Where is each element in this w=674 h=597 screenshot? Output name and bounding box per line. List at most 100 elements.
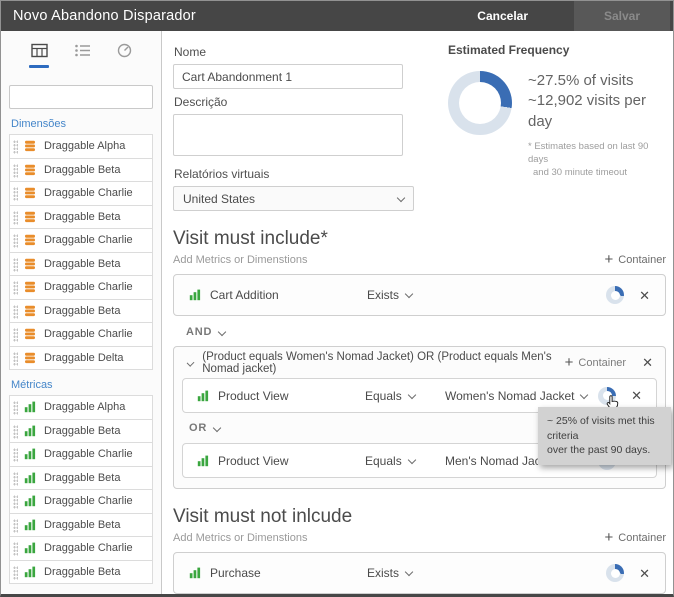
list-item[interactable]: Draggable Alpha [9, 134, 153, 159]
operator-dropdown[interactable]: Exists [367, 566, 414, 580]
dimensions-list: Draggable Alpha Draggable Beta Draggable C… [9, 134, 153, 370]
chevron-down-icon [396, 193, 406, 202]
close-icon[interactable]: ✕ [639, 289, 650, 302]
search-input[interactable] [21, 91, 161, 103]
list-item[interactable]: Draggable Charlie [9, 536, 153, 561]
drag-handle-icon[interactable] [13, 234, 18, 248]
list-item[interactable]: Draggable Charlie [9, 228, 153, 253]
list-item[interactable]: Draggable Charlie [9, 489, 153, 514]
drag-handle-icon[interactable] [13, 565, 18, 580]
add-container-button[interactable]: + Container [605, 530, 666, 545]
drag-handle-icon[interactable] [13, 281, 18, 295]
dimensions-label: Dimensões [11, 118, 67, 130]
container-summary: (Product equals Women's Nomad Jacket) OR… [202, 350, 552, 375]
save-button[interactable]: Salvar [574, 1, 670, 31]
list-item[interactable]: Draggable Charlie [9, 442, 153, 467]
list-item[interactable]: Draggable Delta [9, 345, 153, 370]
drag-handle-icon[interactable] [13, 257, 18, 272]
name-input[interactable] [173, 64, 403, 89]
list-item-label: Draggable Delta [44, 351, 124, 364]
criteria-donut[interactable] [606, 286, 625, 304]
tab-components-list[interactable] [74, 43, 91, 58]
percent-of-visits: ~27.5% of visits [528, 72, 634, 89]
list-item-label: Draggable Charlie [44, 234, 133, 247]
tab-freeform-table[interactable] [29, 43, 50, 68]
estimated-frequency-donut [448, 71, 512, 135]
list-item-label: Draggable Beta [44, 565, 121, 578]
header-bar: Novo Abandono Disparador Cancelar Salvar [1, 1, 673, 31]
list-item[interactable]: Draggable Beta [9, 559, 153, 584]
drag-handle-icon[interactable] [13, 351, 18, 366]
add-container-button[interactable]: + Container [565, 355, 626, 370]
search-box[interactable] [9, 85, 161, 109]
dimension-icon [24, 211, 36, 223]
exclude-section: Visit must not inlcude Add Metrics or Di… [173, 506, 666, 594]
active-tab-underline [29, 65, 50, 68]
drag-handle-icon[interactable] [13, 328, 18, 342]
chevron-down-icon [404, 567, 414, 577]
list-item[interactable]: Draggable Charlie [9, 322, 153, 347]
list-item[interactable]: Draggable Beta [9, 204, 153, 229]
list-item[interactable]: Draggable Beta [9, 512, 153, 537]
list-item-label: Draggable Alpha [44, 140, 126, 153]
list-item[interactable]: Draggable Beta [9, 298, 153, 323]
metric-icon [24, 401, 36, 413]
list-item[interactable]: Draggable Alpha [9, 395, 153, 420]
operator-dropdown[interactable]: Exists [367, 288, 414, 302]
rule-metric: Product View [197, 454, 365, 468]
dimension-icon [24, 281, 36, 293]
drag-handle-icon[interactable] [13, 140, 18, 154]
list-item-label: Draggable Beta [44, 471, 121, 484]
rule-row-cart-addition: Cart Addition Exists ✕ [173, 274, 666, 316]
drag-handle-icon[interactable] [13, 448, 18, 462]
description-input[interactable] [173, 114, 403, 156]
main-panel: Nome Descrição Relatórios virtuais Unite… [162, 31, 673, 594]
list-item-label: Draggable Charlie [44, 542, 133, 555]
list-item[interactable]: Draggable Charlie [9, 181, 153, 206]
close-icon[interactable]: ✕ [639, 567, 650, 580]
cancel-button[interactable]: Cancelar [477, 9, 528, 23]
drag-handle-icon[interactable] [13, 163, 18, 178]
list-item[interactable]: Draggable Beta [9, 251, 153, 276]
chevron-down-icon [404, 289, 414, 299]
settings-row: Nome Descrição Relatórios virtuais Unite… [173, 31, 666, 211]
drag-handle-icon[interactable] [13, 187, 18, 201]
metric-icon [24, 519, 36, 531]
rule-metric: Purchase [189, 566, 367, 580]
metric-icon [197, 455, 209, 467]
tab-gauge[interactable] [116, 43, 133, 58]
drag-handle-icon[interactable] [13, 304, 18, 319]
list-item-label: Draggable Beta [44, 518, 121, 531]
drag-handle-icon[interactable] [13, 210, 18, 225]
nested-container: (Product equals Women's Nomad Jacket) OR… [173, 346, 671, 489]
rule-metric: Product View [197, 389, 365, 403]
operator-dropdown[interactable]: Equals [365, 454, 427, 468]
list-item[interactable]: Draggable Beta [9, 157, 153, 182]
list-item[interactable]: Draggable Beta [9, 418, 153, 443]
list-item[interactable]: Draggable Charlie [9, 275, 153, 300]
list-item[interactable]: Draggable Beta [9, 465, 153, 490]
drag-handle-icon[interactable] [13, 424, 18, 439]
collapse-chevron-icon[interactable] [186, 358, 195, 367]
virtual-reports-select[interactable]: United States [173, 186, 414, 211]
list-item-label: Draggable Beta [44, 304, 121, 317]
name-label: Nome [174, 45, 207, 59]
drag-handle-icon[interactable] [13, 401, 18, 415]
drag-handle-icon[interactable] [13, 495, 18, 509]
drag-handle-icon[interactable] [13, 542, 18, 556]
logic-operator-dropdown[interactable]: AND [186, 326, 666, 338]
drag-handle-icon[interactable] [13, 518, 18, 533]
list-item-label: Draggable Beta [44, 210, 121, 223]
value-dropdown[interactable]: Women's Nomad Jacket [445, 389, 589, 403]
add-container-button[interactable]: + Container [605, 252, 666, 267]
trigger-form: Nome Descrição Relatórios virtuais Unite… [173, 39, 415, 211]
app-window: Novo Abandono Disparador Cancelar Salvar [0, 0, 674, 597]
close-icon[interactable]: ✕ [642, 356, 653, 369]
close-icon[interactable]: ✕ [631, 389, 642, 402]
operator-dropdown[interactable]: Equals [365, 389, 427, 403]
criteria-donut[interactable] [606, 564, 625, 582]
drag-handle-icon[interactable] [13, 471, 18, 486]
include-section: Visit must include* Add Metrics or Dimen… [173, 228, 671, 489]
dimension-icon [24, 352, 36, 364]
dimension-icon [24, 164, 36, 176]
